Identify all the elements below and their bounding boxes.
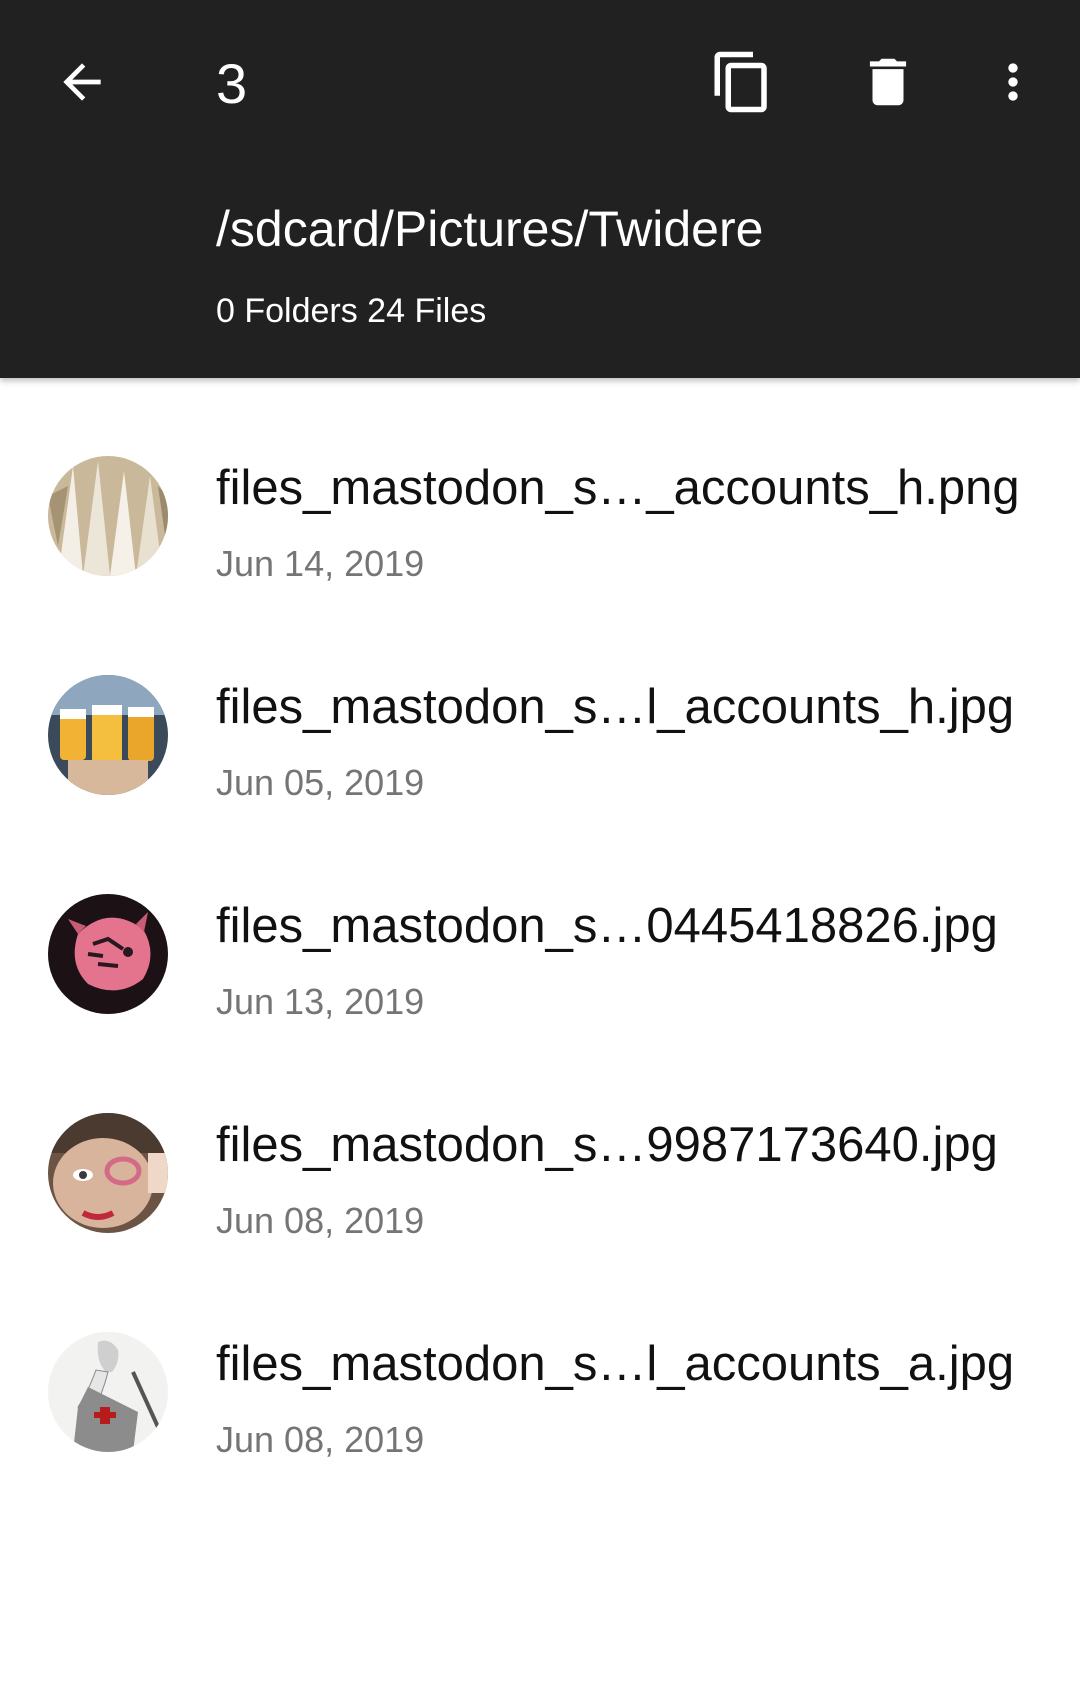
file-date: Jun 08, 2019 — [216, 1419, 425, 1460]
list-item[interactable]: files_mastodon_s…l_accounts_a.jpg Jun 08… — [0, 1254, 1080, 1473]
selected-count: 3 — [216, 52, 248, 115]
feathers-thumbnail — [48, 456, 168, 576]
list-item[interactable]: files_mastodon_s…0445418826.jpg Jun 13, … — [0, 816, 1080, 1035]
folder-file-summary: 0 Folders 24 Files — [216, 292, 487, 330]
file-name: files_mastodon_s…l_accounts_a.jpg — [216, 1337, 1015, 1391]
file-date: Jun 13, 2019 — [216, 981, 425, 1022]
beer-glasses-thumbnail — [48, 675, 168, 795]
list-item[interactable]: files_mastodon_s…9987173640.jpg Jun 08, … — [0, 1035, 1080, 1254]
knight-drawing-thumbnail — [48, 1332, 168, 1452]
copy-button[interactable] — [694, 36, 790, 132]
file-date: Jun 08, 2019 — [216, 1200, 425, 1241]
more-vert-icon — [985, 54, 1041, 115]
file-name: files_mastodon_s…_accounts_h.png — [216, 461, 1020, 515]
list-item[interactable]: files_mastodon_s…l_accounts_h.jpg Jun 05… — [0, 597, 1080, 816]
file-name: files_mastodon_s…0445418826.jpg — [216, 899, 998, 953]
list-item[interactable]: files_mastodon_s…_accounts_h.png Jun 14,… — [0, 378, 1080, 597]
file-list: files_mastodon_s…_accounts_h.png Jun 14,… — [0, 378, 1080, 1473]
face-glasses-thumbnail — [48, 1113, 168, 1233]
delete-icon — [857, 51, 919, 118]
back-button[interactable] — [34, 36, 130, 132]
pink-boar-thumbnail — [48, 894, 168, 1014]
delete-button[interactable] — [840, 36, 936, 132]
arrow-back-icon — [54, 54, 110, 115]
file-date: Jun 14, 2019 — [216, 543, 425, 584]
file-date: Jun 05, 2019 — [216, 762, 425, 803]
file-name: files_mastodon_s…9987173640.jpg — [216, 1118, 998, 1172]
current-path: /sdcard/Pictures/Twidere — [216, 201, 764, 257]
more-options-button[interactable] — [965, 36, 1061, 132]
file-name: files_mastodon_s…l_accounts_h.jpg — [216, 680, 1015, 734]
copy-icon — [709, 49, 775, 120]
action-bar: 3 /sdcard/Pictures/Twidere 0 Folders 24 … — [0, 0, 1080, 378]
